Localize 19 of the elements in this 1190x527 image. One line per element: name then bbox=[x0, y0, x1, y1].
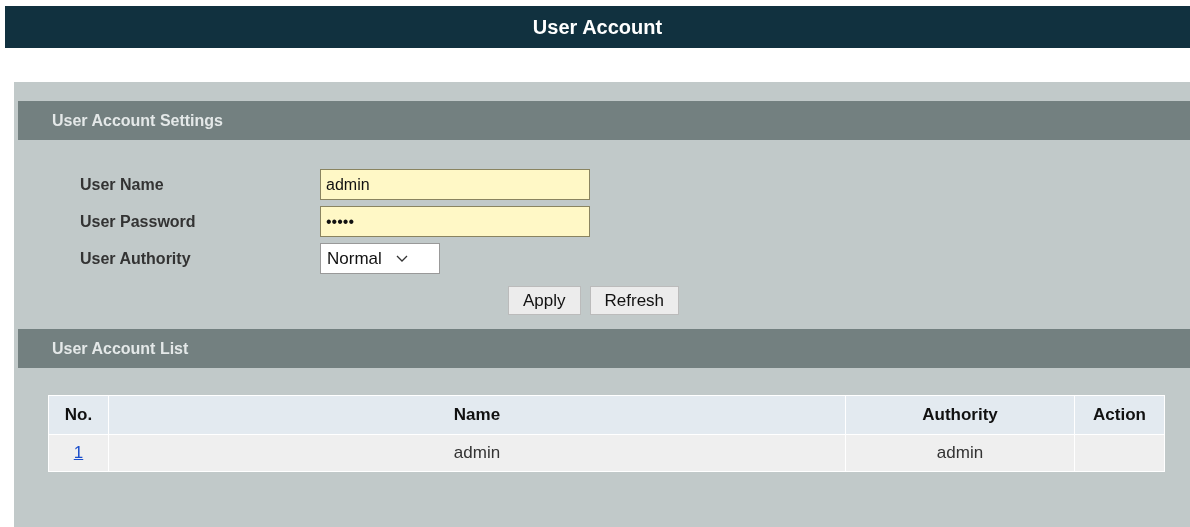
section-title: User Account Settings bbox=[52, 111, 223, 130]
table-cell: admin bbox=[845, 434, 1075, 472]
table-cell: admin bbox=[108, 434, 846, 472]
chevron-icon bbox=[395, 255, 408, 262]
page-title: User Account bbox=[532, 15, 663, 39]
dropdown[interactable]: Normal bbox=[320, 243, 440, 274]
password-field[interactable]: ••••• bbox=[320, 206, 590, 237]
column-header: Action bbox=[1074, 395, 1165, 435]
column-header: Name bbox=[108, 395, 846, 435]
input-field[interactable]: admin bbox=[320, 169, 590, 200]
field-label: User Authority bbox=[80, 249, 192, 268]
column-header: No. bbox=[48, 395, 109, 435]
field-label: User Name bbox=[80, 175, 165, 194]
action-button[interactable]: Refresh bbox=[589, 286, 680, 315]
action-button[interactable]: Apply bbox=[508, 286, 581, 315]
field-label: User Password bbox=[80, 212, 197, 231]
row-link[interactable]: 1 bbox=[73, 443, 84, 462]
column-header: Authority bbox=[845, 395, 1075, 435]
section-title: User Account List bbox=[52, 339, 189, 358]
